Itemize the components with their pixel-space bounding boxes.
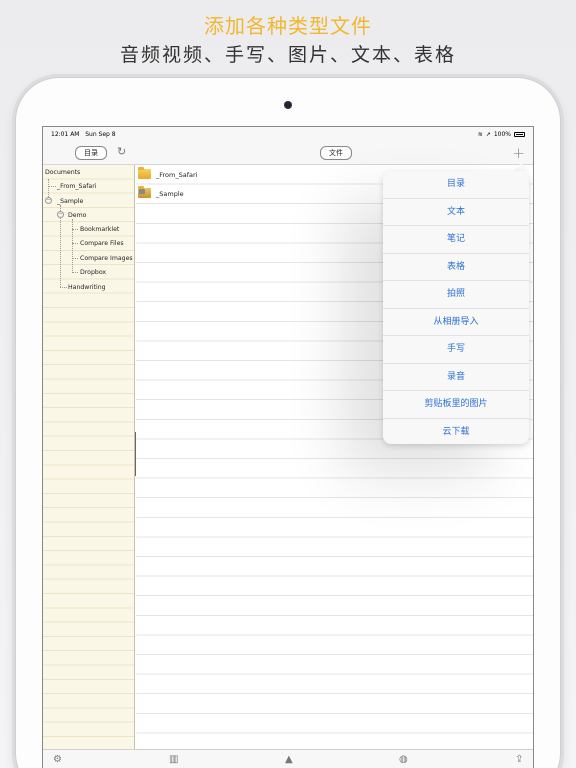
sidebar-item-dropbox[interactable]: Dropbox (80, 269, 106, 276)
tree-toggle-demo[interactable]: − (57, 211, 64, 218)
promo-title: 添加各种类型文件 (204, 14, 372, 38)
share-icon[interactable]: ⇪ (515, 754, 523, 765)
list-item[interactable]: _Sample (136, 185, 376, 203)
menu-item-cloud-download[interactable]: 云下载 (383, 419, 529, 447)
tree-line (72, 219, 73, 271)
plus-icon[interactable]: + (512, 144, 525, 162)
file-button[interactable]: 文件 (320, 146, 352, 160)
tree-root[interactable]: Documents (45, 169, 80, 176)
list-item[interactable]: _From_Safari (136, 166, 376, 184)
folder-icon (138, 167, 151, 179)
add-menu-popover: 目录 文本 笔记 表格 拍照 从相册导入 手写 录音 剪贴板里的图片 云下载 (383, 171, 529, 444)
file-name: _Sample (156, 190, 184, 198)
globe-icon[interactable]: ◍ (399, 754, 408, 765)
status-time: 12:01 AM Sun Sep 8 (51, 131, 116, 138)
tree-line (72, 258, 78, 259)
menu-item-record[interactable]: 录音 (383, 364, 529, 391)
tree-line (60, 287, 67, 288)
menu-item-handwriting[interactable]: 手写 (383, 336, 529, 364)
location-icon: ➚ (485, 131, 491, 138)
tree-line (48, 186, 56, 187)
tree-line (72, 243, 78, 244)
popover-arrow (513, 163, 529, 171)
gear-icon[interactable]: ⚙ (53, 754, 62, 765)
menu-item-table[interactable]: 表格 (383, 254, 529, 281)
menu-item-clipboard-image[interactable]: 剪贴板里的图片 (383, 391, 529, 419)
sidebar-item-bookmarklet[interactable]: Bookmarklet (80, 226, 119, 233)
sidebar-item-from-safari[interactable]: _From_Safari (57, 183, 96, 190)
tree-line (72, 229, 78, 230)
status-bar: 12:01 AM Sun Sep 8 ≋ ➚ 100% (43, 127, 533, 141)
battery-percent: 100% (493, 131, 511, 138)
sidebar-item-sample[interactable]: _Sample (57, 198, 83, 205)
battery-icon (514, 132, 525, 137)
directory-button[interactable]: 目录 (75, 146, 107, 160)
camera-dot (284, 101, 292, 109)
status-right: ≋ ➚ 100% (478, 131, 525, 138)
folder-icon (138, 186, 151, 198)
file-name: _From_Safari (156, 171, 198, 179)
promo-subtitle: 音频视频、手写、图片、文本、表格 (119, 44, 456, 66)
sidebar-item-demo[interactable]: Demo (68, 212, 86, 219)
nav-bar: 目录 ↻ 文件 + (43, 141, 533, 165)
sidebar-item-compare-files[interactable]: Compare Files (80, 240, 124, 247)
sidebar-item-compare-images[interactable]: Compare Images (80, 255, 133, 262)
tree-line (72, 272, 78, 273)
bottom-toolbar: ⚙ ▥ ▲ ◍ ⇪ (43, 749, 533, 768)
tree-icon[interactable]: ▲ (285, 754, 293, 765)
menu-item-import-album[interactable]: 从相册导入 (383, 309, 529, 336)
menu-item-text[interactable]: 文本 (383, 199, 529, 226)
app-screen: 12:01 AM Sun Sep 8 ≋ ➚ 100% 目录 ↻ 文件 + Do… (42, 126, 534, 768)
menu-item-directory[interactable]: 目录 (383, 171, 529, 199)
tree-toggle-sample[interactable]: − (45, 197, 52, 204)
books-icon[interactable]: ▥ (169, 754, 178, 765)
sidebar-tree: Documents _From_Safari − _Sample − Demo … (43, 165, 135, 750)
menu-item-note[interactable]: 笔记 (383, 226, 529, 254)
menu-item-photo[interactable]: 拍照 (383, 281, 529, 309)
wifi-icon: ≋ (477, 131, 483, 138)
sidebar-item-handwriting[interactable]: Handwriting (68, 284, 106, 291)
refresh-icon[interactable]: ↻ (117, 146, 127, 157)
